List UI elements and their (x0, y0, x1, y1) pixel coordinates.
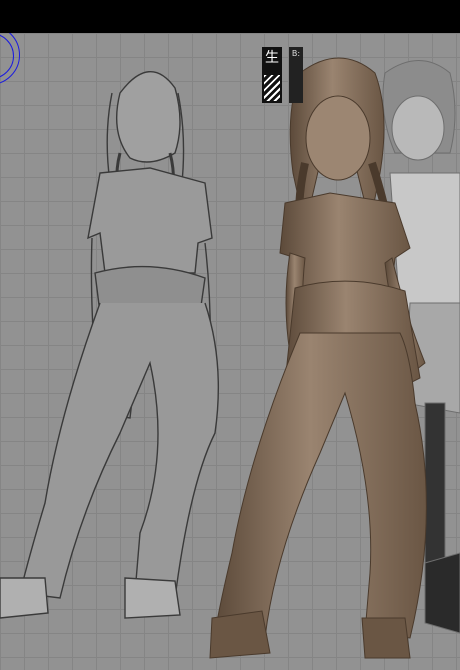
title-bar (0, 0, 460, 33)
reference-label-badge: 生 (262, 47, 282, 103)
badge-stripes (264, 75, 280, 101)
3d-viewport[interactable]: 生 B: (0, 33, 460, 670)
badge-character: 生 (265, 50, 279, 66)
sculpting-app-window: 生 B: (0, 0, 460, 670)
reference-label-badge-small: B: (289, 47, 303, 103)
sculpt-model[interactable] (0, 33, 460, 670)
badge-small-text: B: (291, 49, 301, 58)
